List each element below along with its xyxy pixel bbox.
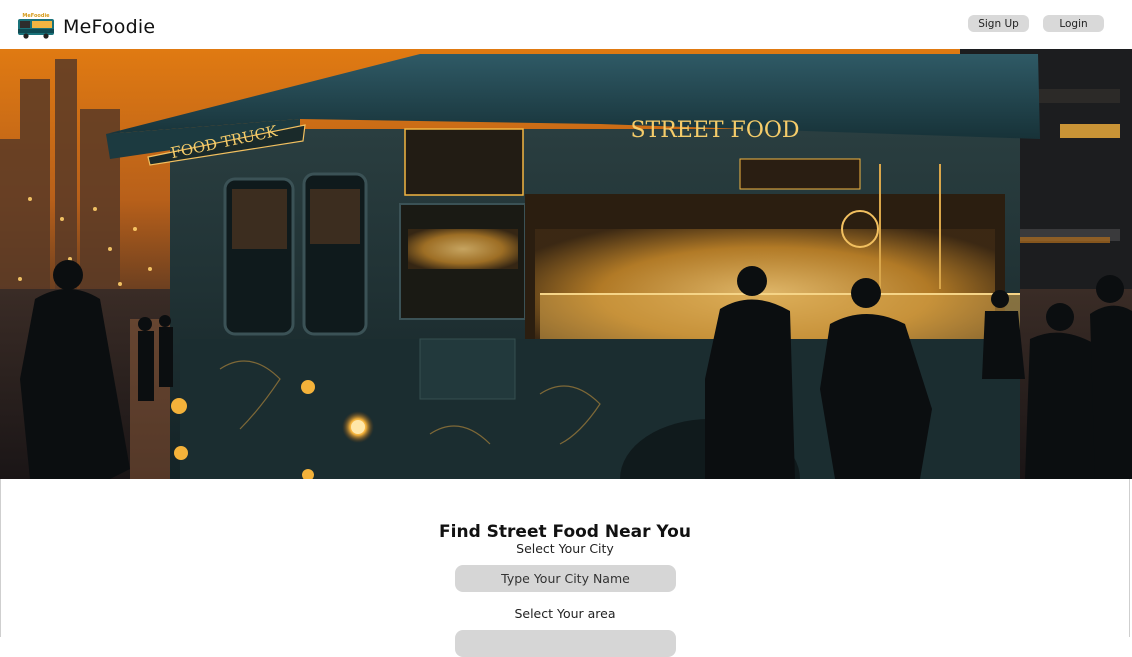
sign-up-button[interactable]: Sign Up xyxy=(968,15,1029,32)
area-search-input[interactable] xyxy=(455,630,676,657)
top-navbar: MeFoodie MeFoodie Sign Up Login xyxy=(0,0,1132,50)
area-label: Select Your area xyxy=(514,606,616,621)
svg-text:MeFoodie: MeFoodie xyxy=(22,13,50,19)
city-search-input[interactable] xyxy=(455,565,676,592)
brand-name[interactable]: MeFoodie xyxy=(63,16,155,38)
sign-text-top: STREET FOOD xyxy=(630,118,799,143)
hero-food-truck-image: FOOD TRUCK STREET FOOD xyxy=(0,49,1132,479)
hero-banner: FOOD TRUCK STREET FOOD xyxy=(0,49,1132,479)
login-button[interactable]: Login xyxy=(1043,15,1104,32)
city-label: Select Your City xyxy=(516,541,614,556)
search-heading: Find Street Food Near You xyxy=(439,522,691,543)
food-truck-logo-icon[interactable]: MeFoodie xyxy=(17,11,55,39)
